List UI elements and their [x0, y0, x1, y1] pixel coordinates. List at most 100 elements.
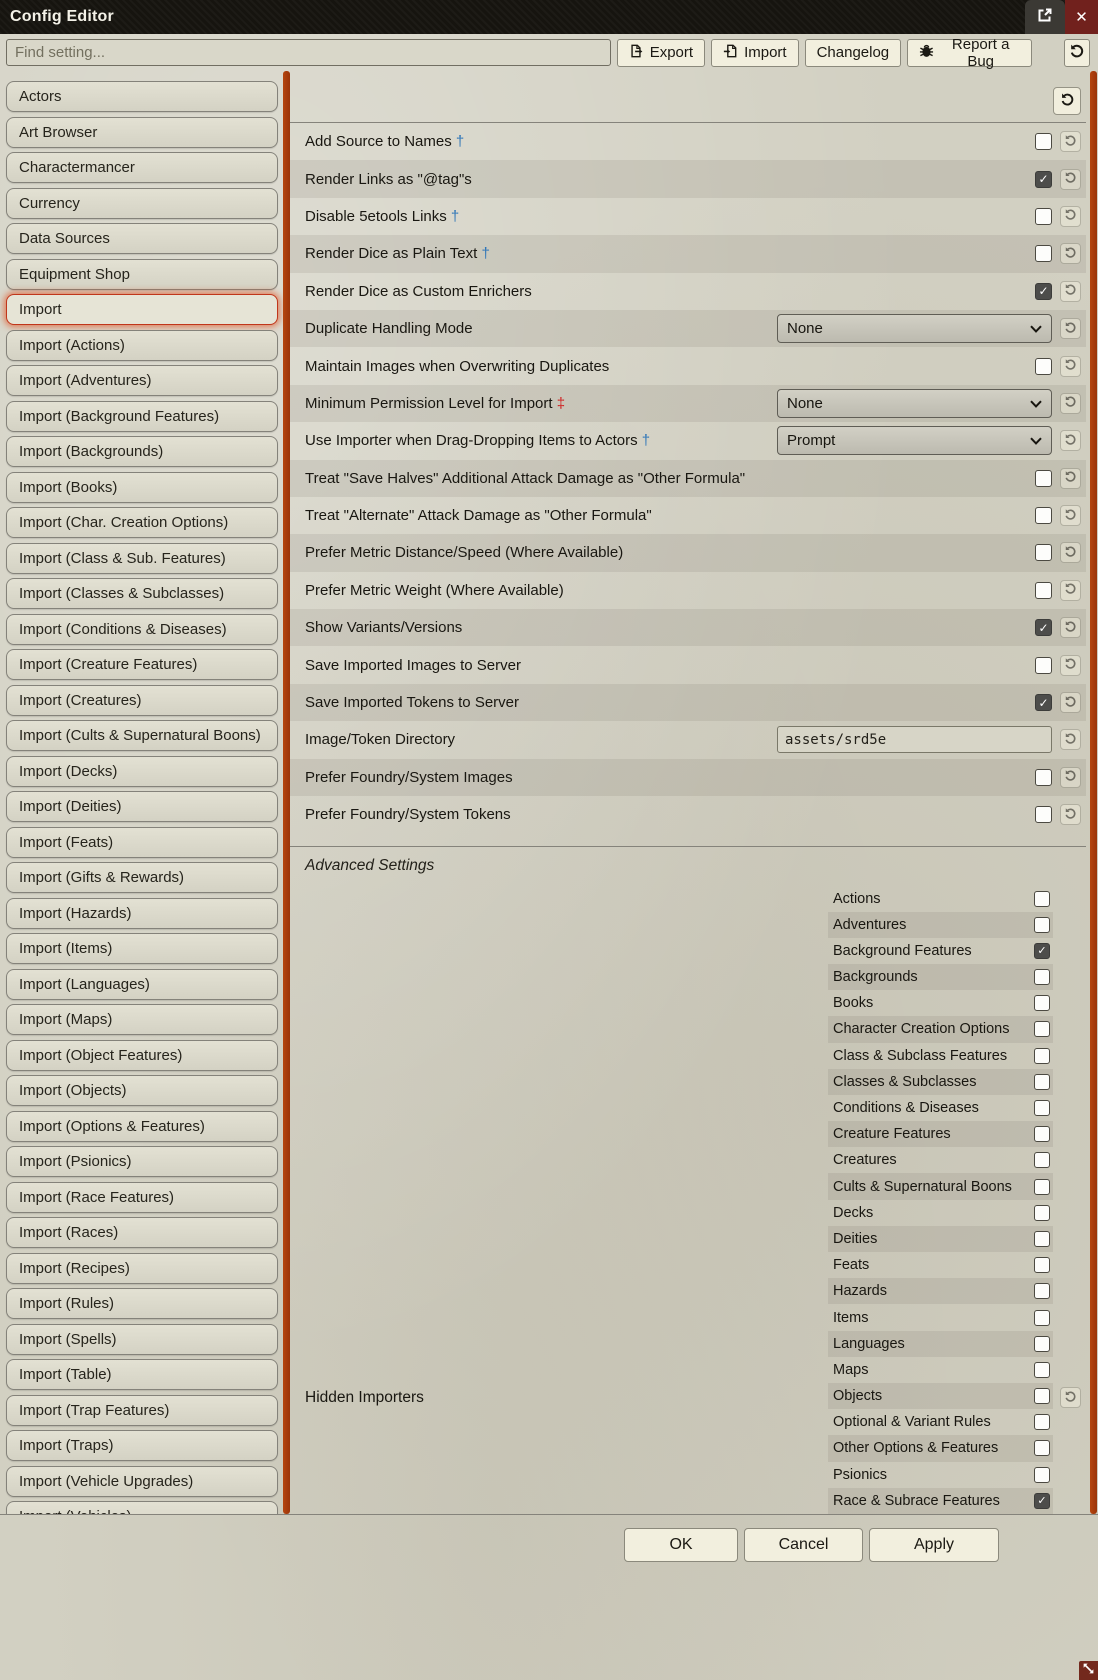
sidebar-item-import-options-features[interactable]: Import (Options & Features) [6, 1111, 278, 1142]
reset-setting-button[interactable] [1060, 617, 1081, 638]
sidebar-item-import-actions[interactable]: Import (Actions) [6, 330, 278, 361]
reset-setting-button[interactable] [1060, 430, 1081, 451]
setting-checkbox[interactable] [1035, 358, 1052, 375]
reset-setting-button[interactable] [1060, 131, 1081, 152]
sidebar-item-import-feats[interactable]: Import (Feats) [6, 827, 278, 858]
sidebar-item-import-books[interactable]: Import (Books) [6, 472, 278, 503]
hidden-importer-checkbox[interactable] [1034, 1100, 1050, 1116]
setting-checkbox[interactable] [1035, 245, 1052, 262]
sidebar-item-import-rules[interactable]: Import (Rules) [6, 1288, 278, 1319]
sidebar-item-import-object-features[interactable]: Import (Object Features) [6, 1040, 278, 1071]
hidden-importer-checkbox[interactable] [1034, 969, 1050, 985]
setting-checkbox[interactable] [1035, 133, 1052, 150]
hidden-importer-checkbox[interactable] [1034, 1310, 1050, 1326]
sidebar-item-import-conditions-diseases[interactable]: Import (Conditions & Diseases) [6, 614, 278, 645]
sidebar-item-import-hazards[interactable]: Import (Hazards) [6, 898, 278, 929]
sidebar-item-import-decks[interactable]: Import (Decks) [6, 756, 278, 787]
reset-setting-button[interactable] [1060, 542, 1081, 563]
sidebar-item-import-backgrounds[interactable]: Import (Backgrounds) [6, 436, 278, 467]
sidebar-item-import-trap-features[interactable]: Import (Trap Features) [6, 1395, 278, 1426]
sidebar-item-import-deities[interactable]: Import (Deities) [6, 791, 278, 822]
export-button[interactable]: Export [617, 39, 705, 67]
reset-setting-button[interactable] [1060, 243, 1081, 264]
hidden-importer-checkbox[interactable] [1034, 1493, 1050, 1509]
hidden-importer-checkbox[interactable] [1034, 891, 1050, 907]
reset-setting-button[interactable] [1060, 767, 1081, 788]
setting-checkbox[interactable] [1035, 769, 1052, 786]
changelog-button[interactable]: Changelog [805, 39, 902, 67]
report-bug-button[interactable]: Report a Bug [907, 39, 1032, 67]
import-button[interactable]: Import [711, 39, 799, 67]
setting-select[interactable]: Prompt [777, 426, 1052, 455]
hidden-importer-checkbox[interactable] [1034, 1414, 1050, 1430]
setting-checkbox[interactable] [1035, 544, 1052, 561]
reset-section-button[interactable] [1053, 87, 1081, 115]
sidebar-item-import-items[interactable]: Import (Items) [6, 933, 278, 964]
sidebar-item-import-race-features[interactable]: Import (Race Features) [6, 1182, 278, 1213]
hidden-importer-checkbox[interactable] [1034, 995, 1050, 1011]
sidebar-item-import-races[interactable]: Import (Races) [6, 1217, 278, 1248]
setting-checkbox[interactable] [1035, 694, 1052, 711]
reset-setting-button[interactable] [1060, 729, 1081, 750]
close-button[interactable]: ✕ [1065, 0, 1098, 34]
sidebar-item-import-cults-supernatural-boons[interactable]: Import (Cults & Supernatural Boons) [6, 720, 278, 751]
setting-select[interactable]: None [777, 314, 1052, 343]
setting-checkbox[interactable] [1035, 619, 1052, 636]
sidebar-item-import-adventures[interactable]: Import (Adventures) [6, 365, 278, 396]
sidebar-item-import-classes-subclasses[interactable]: Import (Classes & Subclasses) [6, 578, 278, 609]
hidden-importer-checkbox[interactable] [1034, 943, 1050, 959]
sidebar-item-data-sources[interactable]: Data Sources [6, 223, 278, 254]
ok-button[interactable]: OK [624, 1528, 738, 1562]
reset-setting-button[interactable] [1060, 169, 1081, 190]
sidebar-item-import-spells[interactable]: Import (Spells) [6, 1324, 278, 1355]
popout-button[interactable] [1025, 0, 1065, 34]
setting-text-input[interactable]: assets/srd5e [777, 726, 1052, 753]
setting-checkbox[interactable] [1035, 507, 1052, 524]
sidebar-item-import-table[interactable]: Import (Table) [6, 1359, 278, 1390]
sidebar-item-import[interactable]: Import [6, 294, 278, 325]
hidden-importer-checkbox[interactable] [1034, 1179, 1050, 1195]
setting-checkbox[interactable] [1035, 171, 1052, 188]
sidebar-item-import-vehicles[interactable]: Import (Vehicles) [6, 1501, 278, 1514]
reset-setting-button[interactable] [1060, 804, 1081, 825]
hidden-importer-checkbox[interactable] [1034, 1388, 1050, 1404]
content-scrollbar[interactable] [1090, 71, 1097, 1514]
setting-checkbox[interactable] [1035, 582, 1052, 599]
reset-search-button[interactable] [1064, 39, 1090, 67]
reset-setting-button[interactable] [1060, 281, 1081, 302]
sidebar-item-import-maps[interactable]: Import (Maps) [6, 1004, 278, 1035]
sidebar-item-import-char-creation-options[interactable]: Import (Char. Creation Options) [6, 507, 278, 538]
hidden-importer-checkbox[interactable] [1034, 1362, 1050, 1378]
sidebar-item-charactermancer[interactable]: Charactermancer [6, 152, 278, 183]
search-input[interactable] [6, 39, 611, 66]
sidebar-item-import-background-features[interactable]: Import (Background Features) [6, 401, 278, 432]
hidden-importer-checkbox[interactable] [1034, 1021, 1050, 1037]
sidebar-item-import-creature-features[interactable]: Import (Creature Features) [6, 649, 278, 680]
reset-setting-button[interactable] [1060, 505, 1081, 526]
hidden-importer-checkbox[interactable] [1034, 917, 1050, 933]
hidden-importer-checkbox[interactable] [1034, 1205, 1050, 1221]
sidebar-item-import-class-sub-features[interactable]: Import (Class & Sub. Features) [6, 543, 278, 574]
reset-hidden-importers-button[interactable] [1060, 1387, 1081, 1408]
sidebar-item-import-traps[interactable]: Import (Traps) [6, 1430, 278, 1461]
sidebar-item-actors[interactable]: Actors [6, 81, 278, 112]
setting-checkbox[interactable] [1035, 806, 1052, 823]
hidden-importer-checkbox[interactable] [1034, 1231, 1050, 1247]
hidden-importer-checkbox[interactable] [1034, 1074, 1050, 1090]
sidebar-item-art-browser[interactable]: Art Browser [6, 117, 278, 148]
sidebar-item-import-languages[interactable]: Import (Languages) [6, 969, 278, 1000]
sidebar-item-import-creatures[interactable]: Import (Creatures) [6, 685, 278, 716]
hidden-importer-checkbox[interactable] [1034, 1440, 1050, 1456]
apply-button[interactable]: Apply [869, 1528, 999, 1562]
sidebar-item-import-recipes[interactable]: Import (Recipes) [6, 1253, 278, 1284]
sidebar-item-import-objects[interactable]: Import (Objects) [6, 1075, 278, 1106]
sidebar-item-import-vehicle-upgrades[interactable]: Import (Vehicle Upgrades) [6, 1466, 278, 1497]
sidebar-item-import-gifts-rewards[interactable]: Import (Gifts & Rewards) [6, 862, 278, 893]
reset-setting-button[interactable] [1060, 393, 1081, 414]
reset-setting-button[interactable] [1060, 580, 1081, 601]
cancel-button[interactable]: Cancel [744, 1528, 863, 1562]
setting-checkbox[interactable] [1035, 283, 1052, 300]
reset-setting-button[interactable] [1060, 468, 1081, 489]
reset-setting-button[interactable] [1060, 356, 1081, 377]
hidden-importer-checkbox[interactable] [1034, 1126, 1050, 1142]
